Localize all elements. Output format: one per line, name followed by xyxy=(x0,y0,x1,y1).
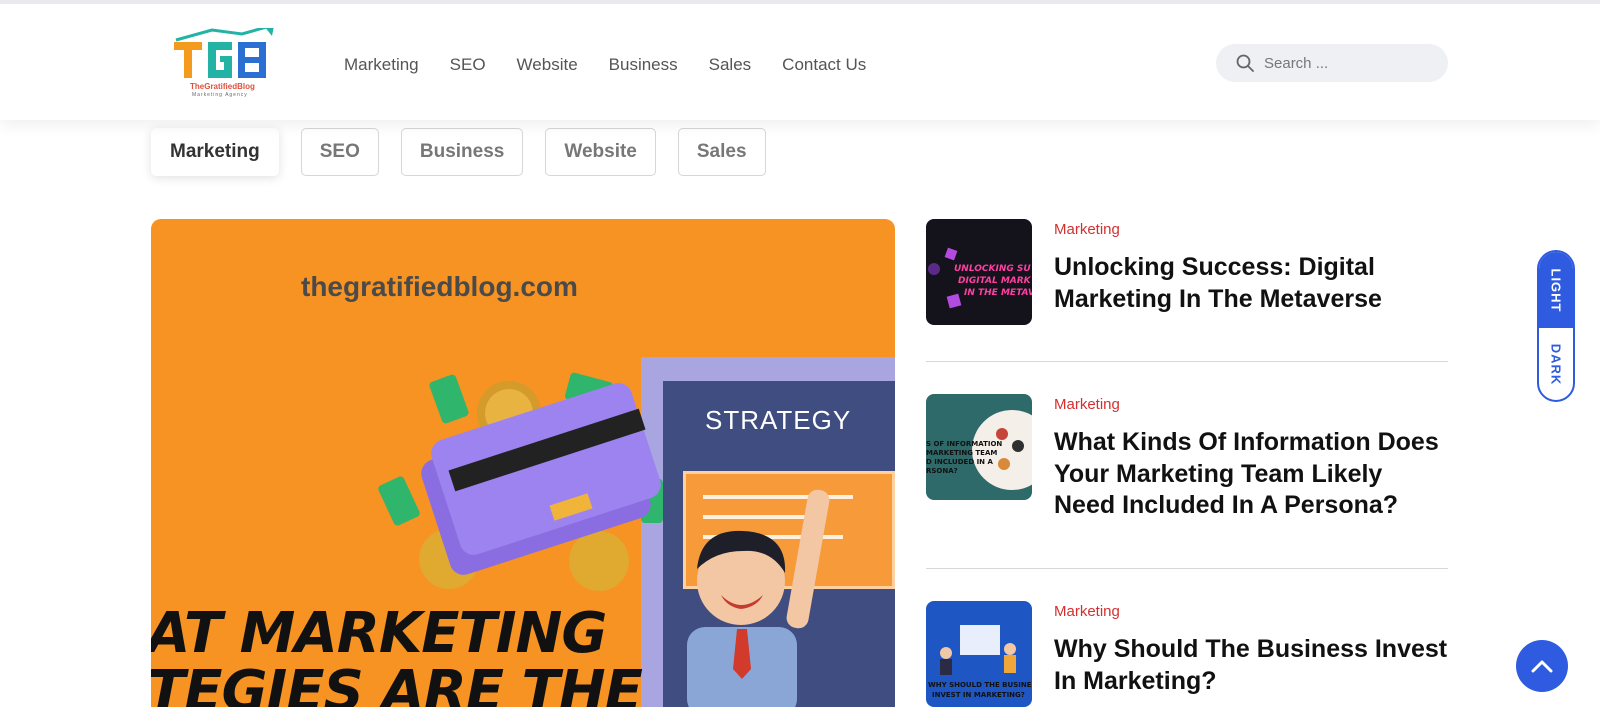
hero-headline-line1: AT MARKETING xyxy=(151,601,607,666)
main-nav: Marketing SEO Website Business Sales Con… xyxy=(344,55,897,75)
recent-posts-list: UNLOCKING SU DIGITAL MARK IN THE METAV M… xyxy=(926,219,1448,707)
light-mode-button[interactable]: LIGHT xyxy=(1539,252,1573,328)
search-input[interactable] xyxy=(1264,44,1434,82)
logo-mark-icon xyxy=(174,24,274,78)
metaverse-thumbnail-icon: UNLOCKING SU DIGITAL MARK IN THE METAV xyxy=(928,247,1032,309)
dark-mode-label: DARK xyxy=(1548,343,1564,385)
theme-toggle: LIGHT DARK xyxy=(1537,250,1575,402)
svg-text:DIGITAL MARK: DIGITAL MARK xyxy=(958,276,1032,286)
nav-website[interactable]: Website xyxy=(517,55,578,75)
persona-thumbnail-icon: S OF INFORMATION MARKETING TEAM D INCLUD… xyxy=(926,410,1032,490)
category-tabs: Marketing SEO Business Website Sales xyxy=(151,128,788,176)
post-category[interactable]: Marketing xyxy=(1054,396,1448,413)
tab-marketing[interactable]: Marketing xyxy=(151,128,279,176)
list-item: WHY SHOULD THE BUSINESS INVEST IN MARKET… xyxy=(926,569,1448,707)
svg-text:WHY SHOULD THE BUSINESS: WHY SHOULD THE BUSINESS xyxy=(928,681,1032,689)
chevron-up-icon xyxy=(1531,660,1553,673)
svg-text:D INCLUDED IN A: D INCLUDED IN A xyxy=(926,458,993,466)
search-box xyxy=(1216,44,1448,82)
tab-sales[interactable]: Sales xyxy=(677,128,766,176)
svg-text:UNLOCKING SU: UNLOCKING SU xyxy=(954,264,1031,274)
post-text: Marketing Why Should The Business Invest… xyxy=(1054,601,1448,707)
post-thumbnail[interactable]: WHY SHOULD THE BUSINESS INVEST IN MARKET… xyxy=(926,601,1032,707)
tab-website[interactable]: Website xyxy=(545,128,656,176)
post-thumbnail[interactable]: UNLOCKING SU DIGITAL MARK IN THE METAV xyxy=(926,219,1032,325)
post-text: Marketing What Kinds Of Information Does… xyxy=(1054,394,1448,568)
svg-text:INVEST IN MARKETING?: INVEST IN MARKETING? xyxy=(932,691,1025,699)
nav-sales[interactable]: Sales xyxy=(709,55,752,75)
svg-text:MARKETING TEAM: MARKETING TEAM xyxy=(926,449,997,457)
nav-business[interactable]: Business xyxy=(609,55,678,75)
search-icon[interactable] xyxy=(1236,54,1254,72)
post-text: Marketing Unlocking Success: Digital Mar… xyxy=(1054,219,1448,361)
post-category[interactable]: Marketing xyxy=(1054,603,1448,620)
hero-domain-text: thegratifiedblog.com xyxy=(301,271,578,302)
post-title[interactable]: Why Should The Business Invest In Market… xyxy=(1054,634,1448,697)
tab-seo[interactable]: SEO xyxy=(300,128,379,176)
list-item: UNLOCKING SU DIGITAL MARK IN THE METAV M… xyxy=(926,219,1448,361)
svg-text:S OF INFORMATION: S OF INFORMATION xyxy=(926,440,1002,448)
site-logo[interactable]: TheGratifiedBlog Marketing Agency xyxy=(172,24,282,102)
featured-post-image[interactable]: thegratifiedblog.com STRATEGY AT MARKETI… xyxy=(151,219,895,707)
post-title[interactable]: What Kinds Of Information Does Your Mark… xyxy=(1054,427,1448,522)
logo-name: TheGratifiedBlog xyxy=(190,82,255,91)
nav-seo[interactable]: SEO xyxy=(450,55,486,75)
tab-business[interactable]: Business xyxy=(400,128,524,176)
nav-contact-us[interactable]: Contact Us xyxy=(782,55,866,75)
back-to-top-button[interactable] xyxy=(1516,640,1568,692)
light-mode-label: LIGHT xyxy=(1548,268,1564,312)
business-thumbnail-icon: WHY SHOULD THE BUSINESS INVEST IN MARKET… xyxy=(928,625,1032,699)
post-category[interactable]: Marketing xyxy=(1054,221,1448,238)
site-header: TheGratifiedBlog Marketing Agency Market… xyxy=(0,4,1600,120)
svg-text:RSONA?: RSONA? xyxy=(926,467,958,475)
hero-headline-line2: TEGIES ARE THE xyxy=(151,659,643,707)
post-thumbnail[interactable]: S OF INFORMATION MARKETING TEAM D INCLUD… xyxy=(926,394,1032,500)
dark-mode-button[interactable]: DARK xyxy=(1539,328,1573,400)
svg-text:IN THE METAV: IN THE METAV xyxy=(964,288,1032,298)
post-title[interactable]: Unlocking Success: Digital Marketing In … xyxy=(1054,252,1448,315)
logo-tagline: Marketing Agency xyxy=(192,92,248,98)
list-item: S OF INFORMATION MARKETING TEAM D INCLUD… xyxy=(926,362,1448,568)
nav-marketing[interactable]: Marketing xyxy=(344,55,419,75)
